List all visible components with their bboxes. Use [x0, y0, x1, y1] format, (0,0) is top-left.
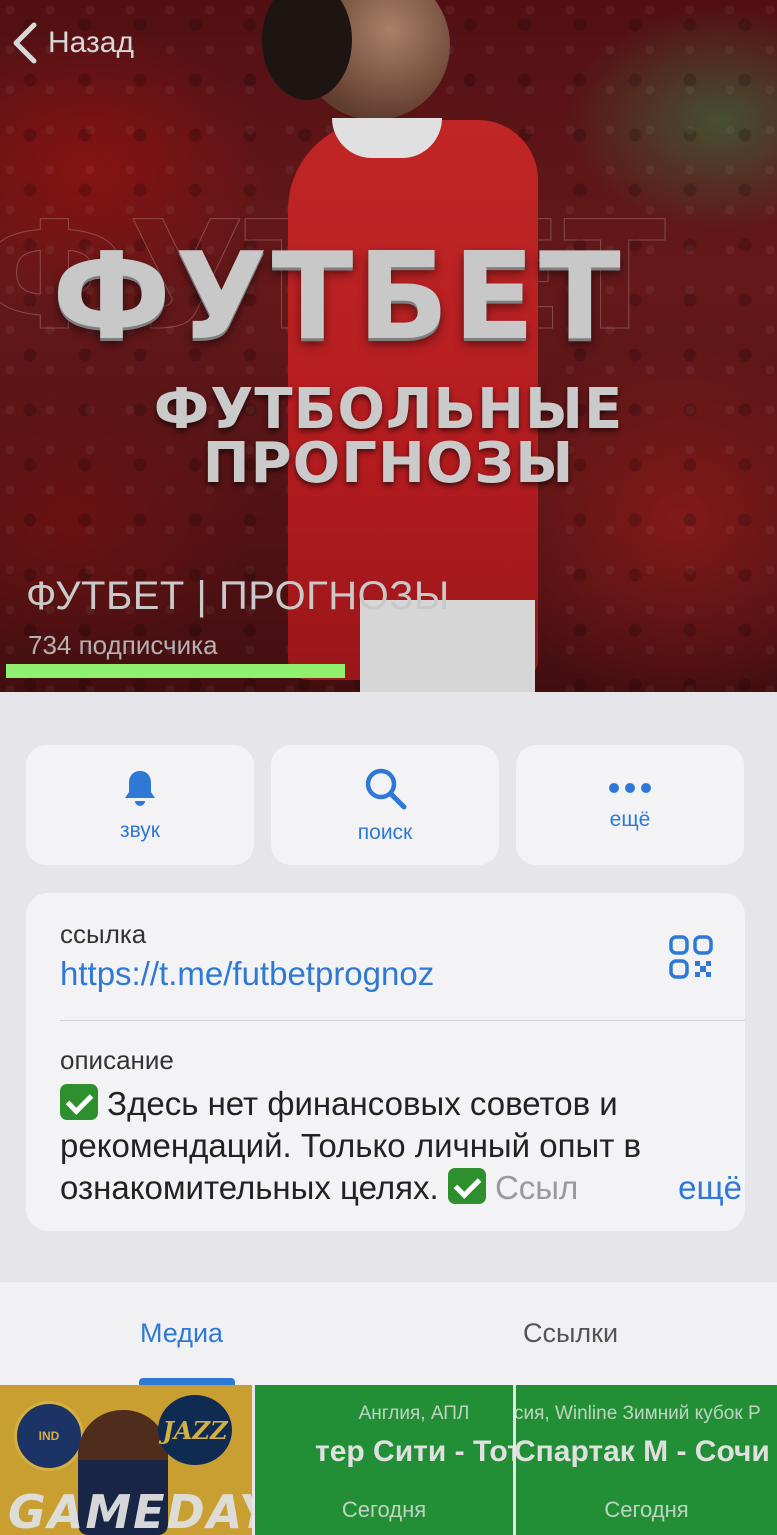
match-label: тер Сити - Тоттен [315, 1435, 513, 1468]
channel-header: ФУТБЕТ ФУТБЕТ ФУТБОЛЬНЫЕ ПРОГНОЗЫ Назад … [0, 0, 777, 692]
content-tabs: Медиа Ссылки [0, 1282, 777, 1385]
description-caption: описание [60, 1045, 174, 1075]
back-label: Назад [48, 26, 134, 59]
media-tile[interactable]: Англия, АПЛ тер Сити - Тоттен Сегодня [255, 1385, 513, 1535]
description-text: Здесь нет финансовых советов и рекоменда… [60, 1083, 742, 1209]
channel-info-card: ссылка https://t.me/futbetprognoz описан… [26, 893, 745, 1231]
sound-button[interactable]: звук [26, 745, 254, 865]
search-icon [365, 768, 407, 810]
gameday-text: GAMEDAY [8, 1485, 252, 1535]
subscriber-count: 734 подписчика [28, 630, 218, 660]
tab-media[interactable]: Медиа [140, 1318, 223, 1349]
link-caption: ссылка [60, 919, 147, 949]
checkmark-icon [447, 1168, 486, 1204]
sound-label: звук [119, 819, 160, 842]
league-label: Англия, АПЛ [358, 1403, 470, 1424]
search-label: поиск [357, 821, 413, 844]
description-truncated: Ссыл [494, 1169, 579, 1206]
channel-link[interactable]: https://t.me/futbetprognoz [60, 955, 434, 993]
media-tile[interactable]: сия, Winline Зимний кубок Р Спартак М - … [516, 1385, 777, 1535]
show-more-link[interactable]: ещё [664, 1167, 742, 1209]
media-grid: IND JAZZ GAMEDAY Англия, АПЛ тер Сити - … [0, 1385, 777, 1535]
team-logo-icon: IND [14, 1401, 84, 1471]
match-date: Сегодня [604, 1497, 689, 1522]
team-logo: JAZZ [158, 1395, 232, 1465]
active-tab-indicator [139, 1378, 235, 1385]
highlight-underline [6, 664, 345, 678]
more-label: ещё [609, 808, 651, 831]
tab-links[interactable]: Ссылки [523, 1318, 618, 1349]
action-bar: звук поиск ещё [26, 745, 744, 865]
search-button[interactable]: поиск [271, 745, 499, 865]
channel-name: ФУТБЕТ | ПРОГНОЗЫ [26, 574, 450, 618]
match-label: Спартак М - Сочи [516, 1435, 770, 1468]
back-button[interactable]: Назад [12, 22, 134, 64]
chevron-left-icon [13, 22, 37, 64]
match-date: Сегодня [341, 1497, 427, 1522]
checkmark-icon [60, 1084, 98, 1120]
league-label: сия, Winline Зимний кубок Р [516, 1403, 761, 1424]
media-tile[interactable]: IND JAZZ GAMEDAY [0, 1385, 252, 1535]
qr-code-icon [669, 935, 713, 979]
more-button[interactable]: ещё [516, 745, 744, 865]
bell-icon [125, 771, 155, 806]
card-divider [60, 1020, 745, 1021]
qr-code-button[interactable] [669, 935, 713, 984]
more-dots-icon [609, 783, 651, 793]
